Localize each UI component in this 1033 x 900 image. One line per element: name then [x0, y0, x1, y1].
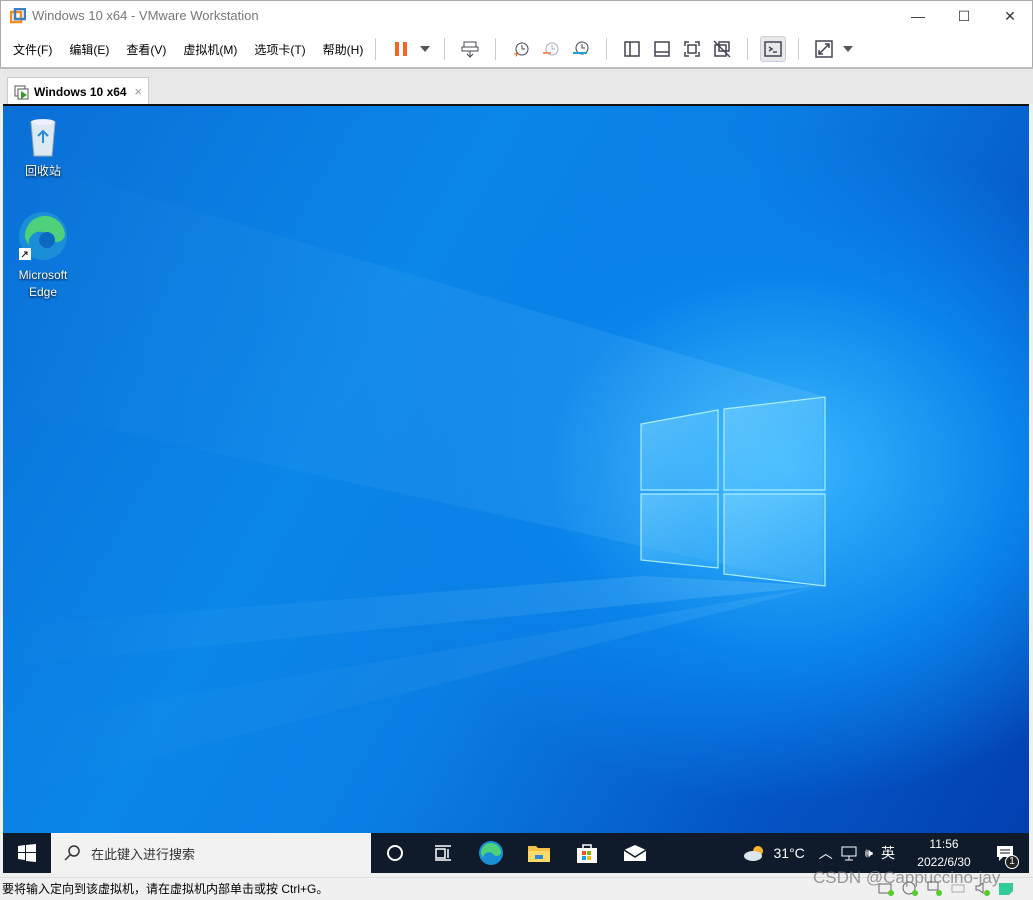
mail-icon[interactable] [611, 833, 659, 873]
tab-label: Windows 10 x64 [34, 85, 127, 99]
menu-tabs[interactable]: 选项卡(T) [254, 41, 305, 58]
cortana-icon[interactable] [371, 833, 419, 873]
guest-taskbar: 在此键入进行搜索 31°C ︿ 🕪 英 11:56 2022/6/30 1 [3, 833, 1029, 873]
csdn-watermark: CSDN @Cappuccino-jay [813, 868, 1001, 887]
edge-icon [19, 212, 67, 260]
title-bar: Windows 10 x64 - VMware Workstation — ☐ … [0, 0, 1033, 31]
thumbnail-bar-icon[interactable] [649, 36, 675, 62]
menu-vm[interactable]: 虚拟机(M) [183, 41, 237, 58]
tab-close-icon[interactable]: × [134, 84, 142, 99]
network-icon[interactable] [841, 845, 857, 861]
show-hidden-icons-chevron[interactable]: ︿ [819, 843, 833, 863]
guest-desktop[interactable]: 回收站 Microsoft Edge [3, 104, 1029, 833]
clock[interactable]: 11:56 2022/6/30 [907, 835, 981, 871]
stretch-dropdown-icon[interactable] [841, 36, 855, 62]
message-log-icon[interactable] [998, 880, 1014, 896]
unity-icon[interactable] [709, 36, 735, 62]
recycle-bin-icon [30, 119, 56, 157]
windows-start-icon [18, 844, 36, 862]
desktop-icon-recycle-bin[interactable]: 回收站 [3, 114, 83, 180]
tab-bar: Windows 10 x64 × [0, 67, 1033, 106]
taskbar-edge-icon[interactable] [467, 833, 515, 873]
status-message: 要将输入定向到该虚拟机，请在虚拟机内部单击或按 Ctrl+G。 [2, 882, 329, 896]
task-view-icon[interactable] [419, 833, 467, 873]
menu-toolbar: 文件(F) 编辑(E) 查看(V) 虚拟机(M) 选项卡(T) 帮助(H) [0, 31, 1033, 67]
desktop-icon-edge[interactable]: Microsoft Edge [3, 210, 83, 301]
pause-dropdown-icon[interactable] [418, 36, 432, 62]
ime-indicator[interactable]: 英 [881, 843, 895, 863]
vmware-logo-icon [10, 8, 26, 24]
vm-tab-icon [14, 85, 29, 100]
file-explorer-icon[interactable] [515, 833, 563, 873]
recycle-bin-label: 回收站 [24, 164, 61, 178]
menu-file[interactable]: 文件(F) [13, 41, 52, 58]
console-view-icon[interactable] [760, 36, 787, 62]
window-title: Windows 10 x64 - VMware Workstation [32, 8, 259, 23]
search-icon [64, 845, 80, 861]
menu-help[interactable]: 帮助(H) [323, 41, 364, 58]
menu-edit[interactable]: 编辑(E) [69, 41, 109, 58]
edge-label: Microsoft Edge [18, 268, 68, 299]
close-button[interactable]: ✕ [987, 1, 1033, 31]
weather-temperature[interactable]: 31°C [774, 845, 805, 861]
tab-windows-10-x64[interactable]: Windows 10 x64 × [7, 77, 149, 106]
library-view-icon[interactable] [619, 36, 645, 62]
minimize-button[interactable]: — [895, 1, 941, 31]
snapshot-icon[interactable] [508, 36, 534, 62]
clock-time: 11:56 [929, 837, 959, 851]
weather-cloud-icon[interactable] [742, 844, 766, 862]
action-center-icon[interactable]: 1 [981, 833, 1029, 873]
full-screen-icon[interactable] [679, 36, 705, 62]
pause-icon[interactable] [388, 36, 414, 62]
wallpaper-light-rays [3, 166, 826, 796]
stretch-guest-icon[interactable] [811, 36, 837, 62]
send-ctrl-alt-del-icon[interactable] [457, 36, 483, 62]
snapshot-manager-icon[interactable] [568, 36, 594, 62]
maximize-button[interactable]: ☐ [941, 1, 987, 31]
start-button[interactable] [3, 833, 51, 873]
store-icon[interactable] [563, 833, 611, 873]
search-placeholder: 在此键入进行搜索 [91, 846, 196, 862]
taskbar-search-box[interactable]: 在此键入进行搜索 [51, 833, 371, 873]
revert-snapshot-icon[interactable] [538, 36, 564, 62]
notification-badge: 1 [1005, 855, 1019, 869]
volume-icon[interactable]: 🕪 [865, 845, 873, 861]
menu-view[interactable]: 查看(V) [126, 41, 166, 58]
